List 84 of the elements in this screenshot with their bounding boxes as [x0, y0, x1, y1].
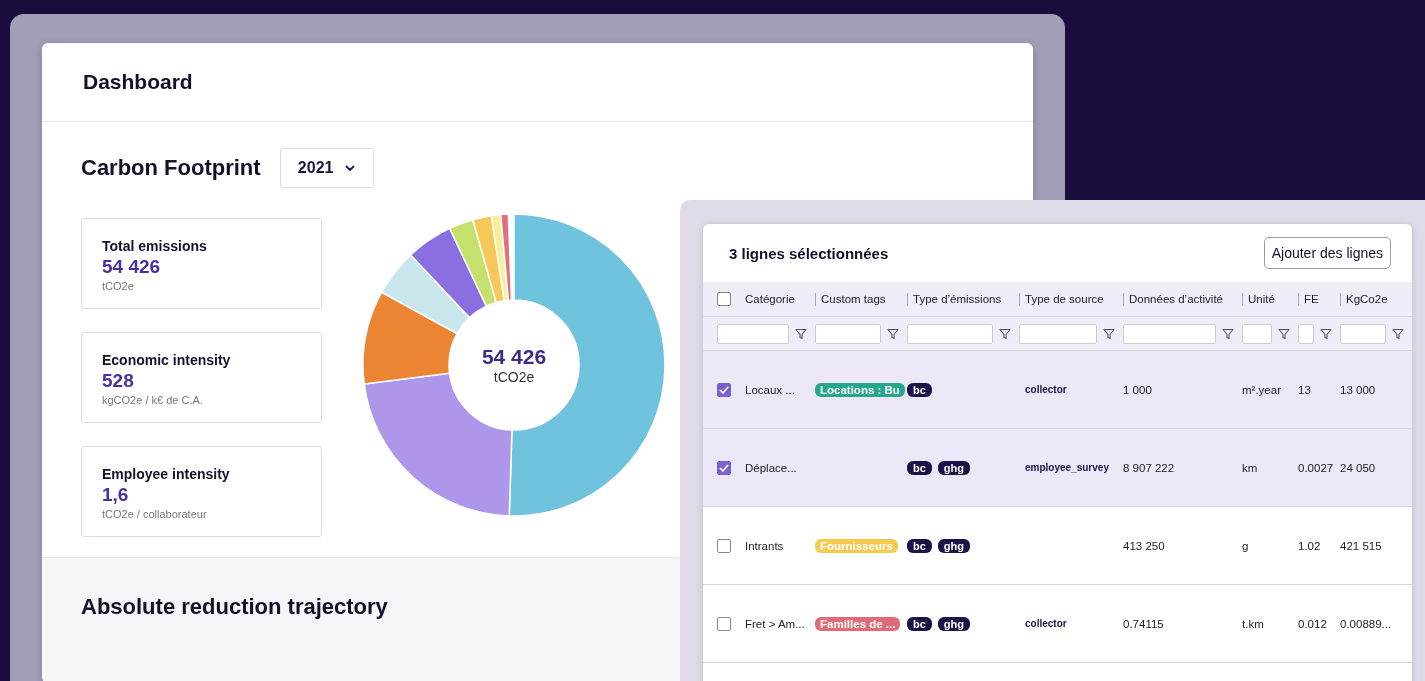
- column-header[interactable]: Unité: [1248, 292, 1275, 305]
- checkbox[interactable]: [717, 538, 731, 553]
- table-cell: 8 907 222: [1123, 461, 1175, 474]
- emission-type-badge: ghg: [937, 538, 970, 553]
- add-rows-button[interactable]: Ajouter des lignes: [1263, 237, 1391, 269]
- table-cell: 13: [1298, 383, 1311, 396]
- filter-field[interactable]: [1340, 323, 1386, 344]
- table-row[interactable]: Fret > Am... Familles de ... bc ghg collector 0.74115 t.km 0.012 0.00889...: [703, 585, 1412, 663]
- filter-field[interactable]: [815, 323, 881, 344]
- filter-icon[interactable]: [999, 327, 1011, 340]
- table-cell: Locaux ...: [745, 383, 795, 396]
- checkbox[interactable]: [717, 460, 731, 475]
- table-row[interactable]: Déplace... bc ghg employee_survey 8 907 222 km 0.0027 24 050: [703, 429, 1412, 507]
- table-cell: Intrants: [745, 539, 784, 552]
- table-cell: 1.02: [1298, 539, 1321, 552]
- table-cell: 0.012: [1298, 617, 1327, 630]
- year-select[interactable]: 2021: [279, 148, 374, 188]
- column-header[interactable]: KgCo2e: [1346, 292, 1388, 305]
- filter-icon[interactable]: [1320, 327, 1332, 340]
- emission-type-badge: bc: [907, 460, 932, 475]
- tag: Familles de ...: [815, 616, 901, 631]
- table-cell: Fret > Am...: [745, 617, 805, 630]
- selection-count: 3 lignes sélectionnées: [729, 244, 889, 262]
- table-cell: m².year: [1242, 383, 1281, 396]
- filter-field[interactable]: [1298, 323, 1314, 344]
- kpi-value: 528: [102, 370, 135, 392]
- filter-field[interactable]: [1019, 323, 1097, 344]
- emission-type-badge: ghg: [937, 616, 970, 631]
- section-title: Absolute reduction trajectory: [81, 594, 389, 620]
- table-cell-text: employee_survey: [1024, 462, 1109, 473]
- table-cell: 413 250: [1123, 539, 1165, 552]
- filter-field[interactable]: [1242, 323, 1272, 344]
- table-row[interactable]: Intrants Fournisseurs bc ghg 413 250 g 1.02 421 515: [703, 507, 1412, 585]
- table-cell: 24 050: [1340, 461, 1376, 474]
- column-header[interactable]: FE: [1304, 292, 1319, 305]
- kpi-value: 54 426: [102, 256, 162, 278]
- kpi-unit: tCO2e / collaborateur: [102, 508, 208, 520]
- kpi-label: Employee intensity: [102, 466, 231, 482]
- tag: Fournisseurs: [815, 538, 898, 553]
- column-header[interactable]: Type d’émissions: [913, 292, 1002, 305]
- filter-icon[interactable]: [887, 327, 899, 340]
- donut-center-value: 54 426: [481, 345, 547, 369]
- column-header[interactable]: Custom tags: [821, 292, 886, 305]
- section-title: Carbon Footprint: [81, 155, 261, 181]
- table-cell: 0.00889...: [1340, 617, 1392, 630]
- column-header[interactable]: Type de source: [1025, 292, 1104, 305]
- kpi-unit: tCO2e: [102, 280, 135, 292]
- table-cell: 0.74115: [1123, 617, 1164, 630]
- filter-icon[interactable]: [1278, 327, 1290, 340]
- column-header[interactable]: Catégorie: [745, 293, 795, 305]
- table-cell: 0.0027: [1298, 461, 1334, 474]
- filter-icon[interactable]: [1392, 327, 1404, 340]
- filter-icon[interactable]: [1222, 327, 1234, 340]
- table-cell: 13 000: [1340, 383, 1376, 396]
- filter-field[interactable]: [907, 323, 993, 344]
- kpi-label: Economic intensity: [102, 352, 232, 368]
- emission-type-badge: ghg: [937, 460, 970, 475]
- checkbox[interactable]: [717, 292, 731, 306]
- kpi-value: 1,6: [102, 484, 130, 506]
- table-cell: t.km: [1242, 617, 1264, 630]
- table-cell-text: collector: [1024, 384, 1067, 395]
- emission-type-badge: bc: [907, 538, 932, 553]
- table-row[interactable]: Locaux ... Locations : Bu bc collector 1 000 m².year 13 13 000: [703, 351, 1412, 429]
- column-header[interactable]: Données d’activité: [1129, 292, 1223, 305]
- filter-icon[interactable]: [795, 327, 807, 340]
- page-title: Dashboard: [83, 70, 193, 94]
- emission-type-badge: bc: [907, 382, 932, 397]
- table-cell: 421 515: [1340, 539, 1382, 552]
- emission-type-badge: bc: [907, 616, 932, 631]
- checkbox[interactable]: [717, 616, 731, 631]
- filter-field[interactable]: [1123, 323, 1216, 344]
- filter-field[interactable]: [717, 323, 789, 344]
- filter-icon[interactable]: [1103, 327, 1115, 340]
- table-cell: Déplace...: [745, 461, 797, 474]
- kpi-unit: kgCO2e / k€ de C.A.: [102, 394, 204, 406]
- table-cell: 1 000: [1123, 383, 1152, 396]
- table-cell-text: collector: [1024, 618, 1067, 629]
- checkbox[interactable]: [717, 382, 731, 397]
- table-cell: km: [1242, 461, 1258, 474]
- kpi-label: Total emissions: [102, 238, 208, 254]
- tag: Locations : Bu: [815, 382, 905, 397]
- chevron-down-icon: [345, 164, 356, 172]
- table-cell: g: [1242, 539, 1249, 552]
- donut-center-unit: tCO2e: [493, 369, 535, 385]
